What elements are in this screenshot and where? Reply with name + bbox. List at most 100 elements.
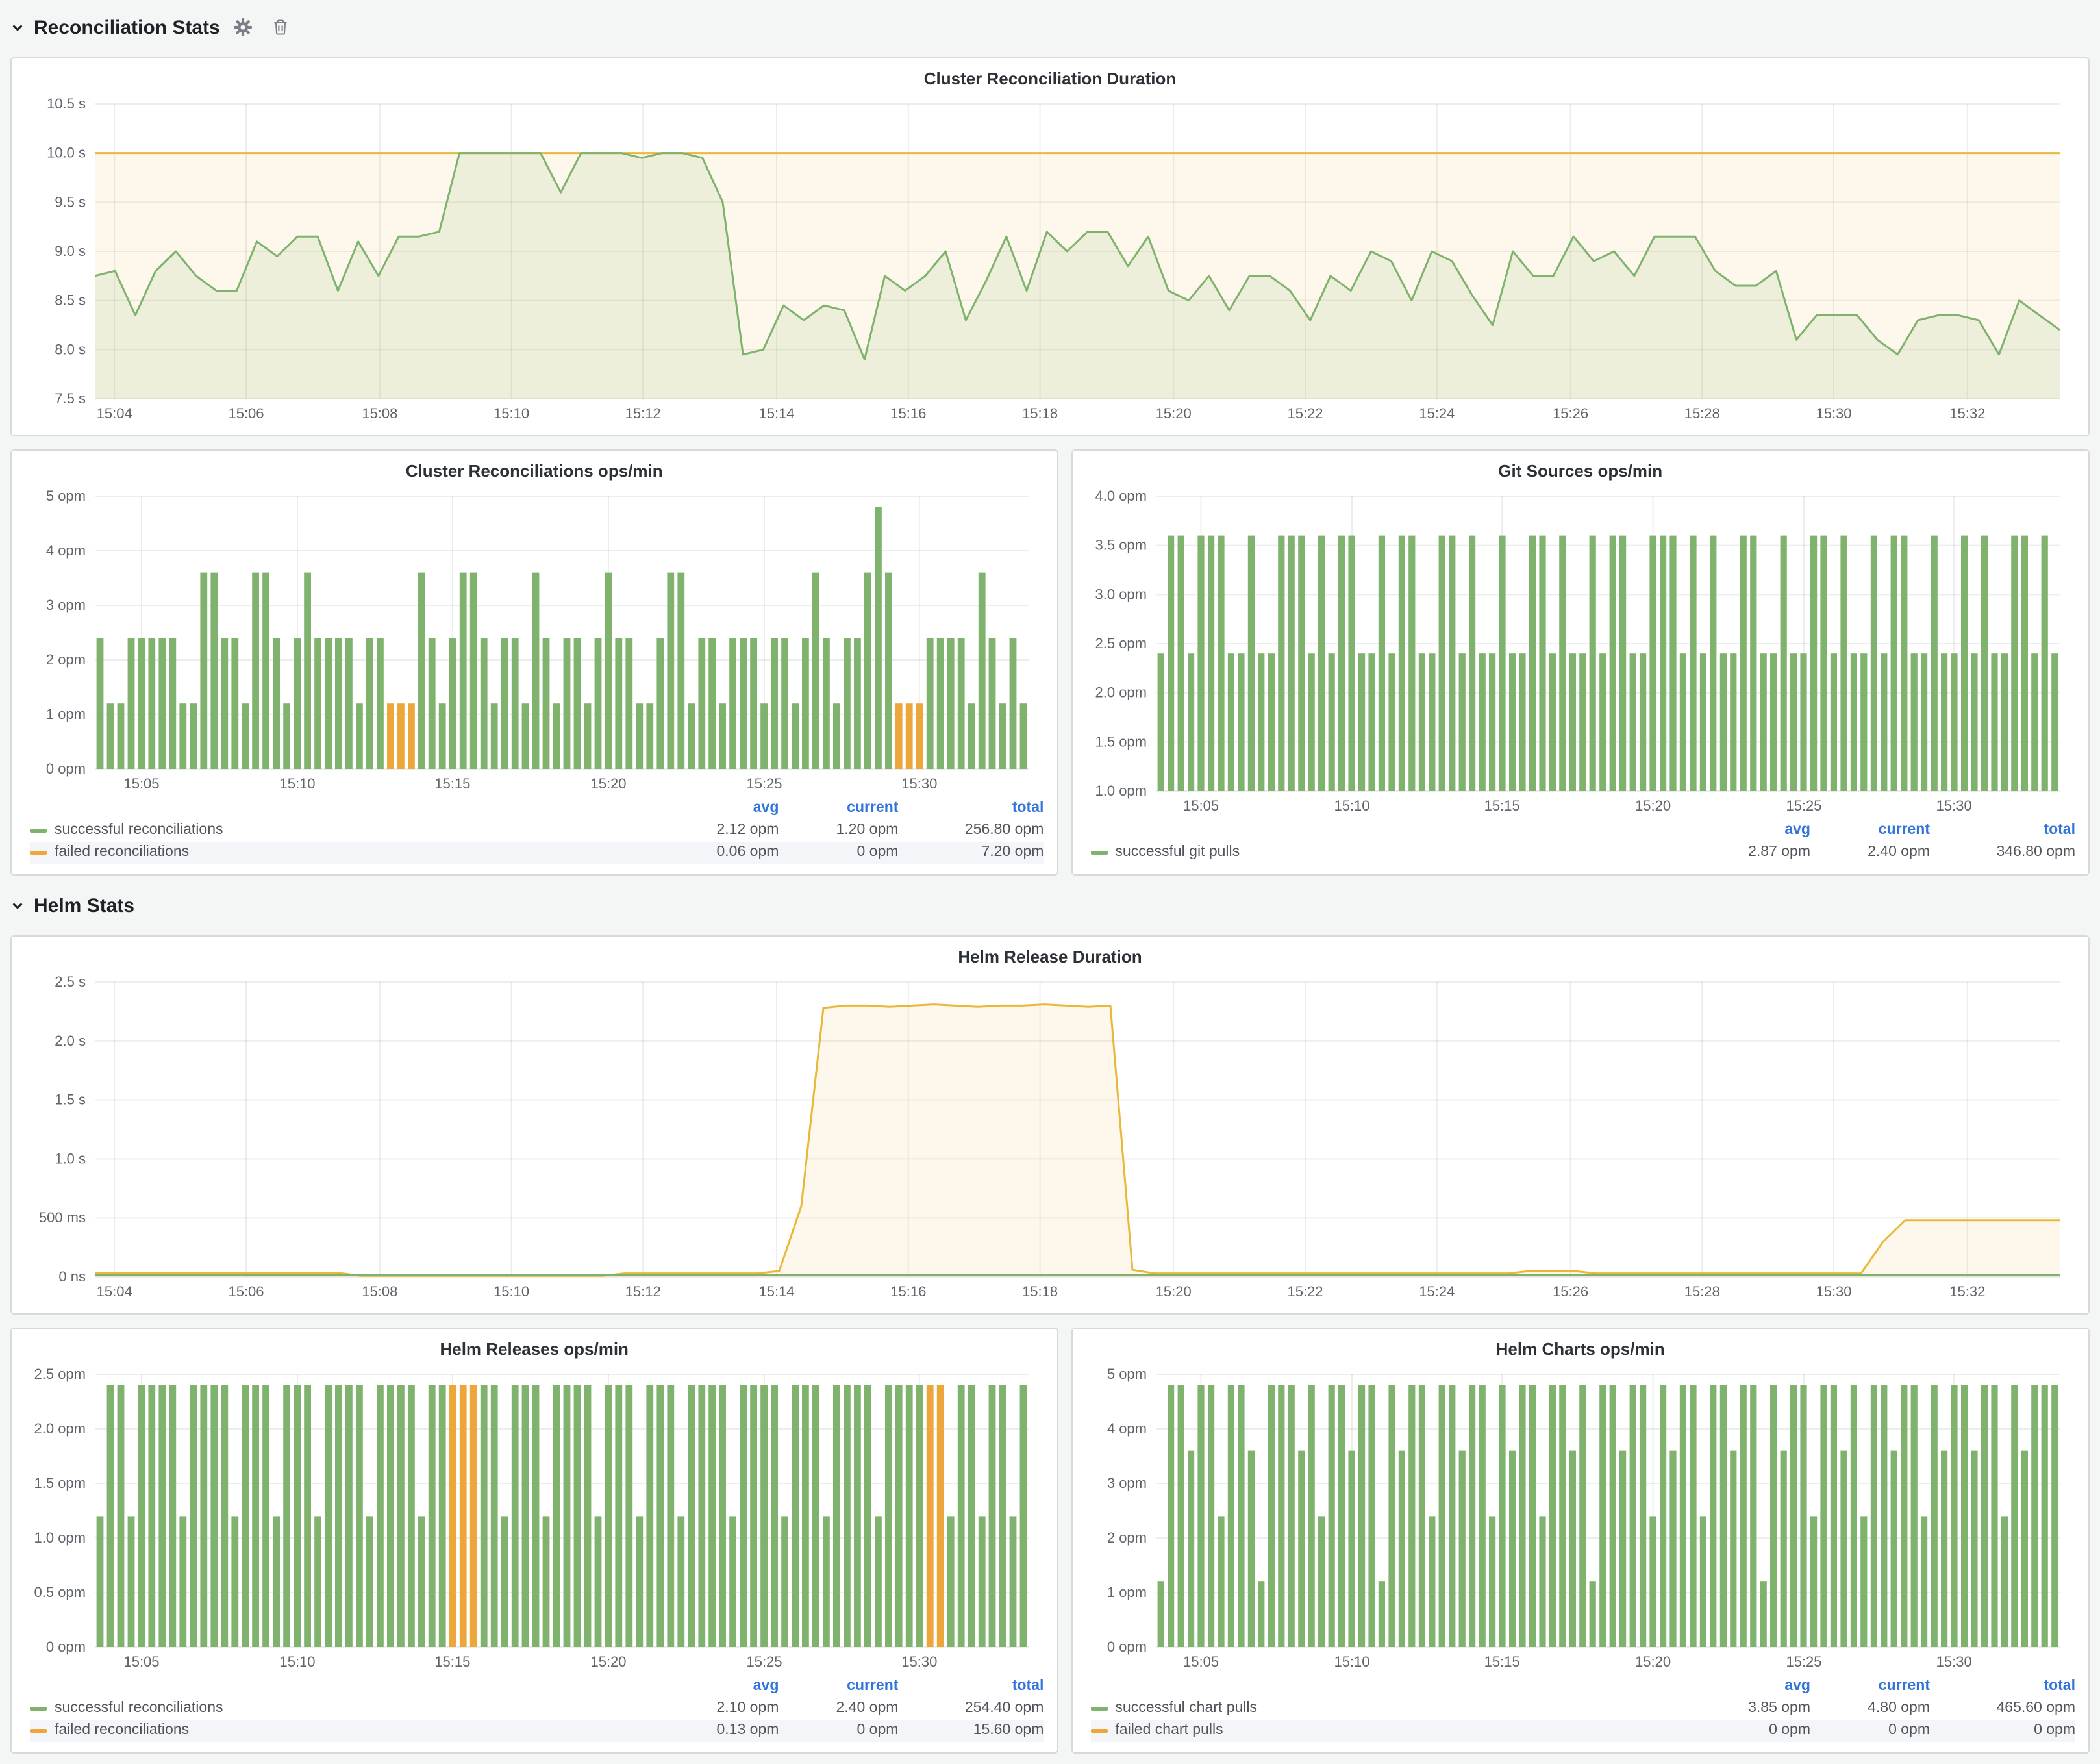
svg-text:15:10: 15:10	[1334, 798, 1369, 814]
svg-text:1.5 opm: 1.5 opm	[1095, 733, 1147, 750]
svg-text:1.0 s: 1.0 s	[55, 1150, 86, 1166]
svg-text:2 opm: 2 opm	[1106, 1530, 1146, 1546]
panel-title[interactable]: Helm Release Duration	[25, 944, 2075, 972]
panel-title[interactable]: Helm Releases ops/min	[25, 1337, 1044, 1364]
svg-text:15:26: 15:26	[1553, 1283, 1588, 1300]
svg-text:15:30: 15:30	[1936, 1654, 1971, 1670]
svg-text:0 opm: 0 opm	[46, 761, 86, 777]
svg-text:15:32: 15:32	[1949, 405, 1985, 422]
svg-text:1.0 opm: 1.0 opm	[1095, 783, 1147, 799]
svg-text:5 opm: 5 opm	[1106, 1366, 1146, 1382]
svg-text:15:30: 15:30	[1816, 405, 1851, 422]
svg-text:15:26: 15:26	[1553, 405, 1588, 422]
svg-text:500 ms: 500 ms	[39, 1209, 86, 1226]
panel-cluster-reconciliation-duration: Cluster Reconciliation Duration 15:0415:…	[10, 57, 2090, 436]
svg-text:15:25: 15:25	[1786, 798, 1821, 814]
svg-text:15:05: 15:05	[1182, 1654, 1218, 1670]
svg-text:15:18: 15:18	[1022, 1283, 1058, 1300]
svg-text:15:15: 15:15	[1484, 798, 1519, 814]
svg-text:0 ns: 0 ns	[58, 1268, 86, 1285]
svg-text:15:10: 15:10	[1334, 1654, 1369, 1670]
legend: avgcurrenttotalsuccessful reconciliation…	[25, 1676, 1044, 1742]
svg-text:3.5 opm: 3.5 opm	[1095, 537, 1147, 553]
svg-text:2.0 s: 2.0 s	[55, 1033, 86, 1049]
panel-helm-releases-ops: Helm Releases ops/min 15:05 15:10 15:15 15:…	[10, 1328, 1058, 1754]
svg-text:15:10: 15:10	[494, 405, 529, 422]
row-settings-button[interactable]	[232, 16, 255, 39]
svg-text:2 opm: 2 opm	[46, 651, 86, 668]
svg-text:15:05: 15:05	[123, 1654, 159, 1670]
svg-text:15:22: 15:22	[1287, 1283, 1323, 1300]
chart-git-sources-ops[interactable]: 15:0515:1015:1515:2015:2515:301.0 opm1.5…	[1085, 486, 2075, 817]
chart-helm-release-duration[interactable]: 15:0415:0615:0815:1015:1215:1415:1615:18…	[25, 972, 2075, 1303]
svg-text:5 opm: 5 opm	[46, 488, 86, 504]
svg-text:15:30: 15:30	[1936, 798, 1971, 814]
row-delete-button[interactable]	[269, 16, 293, 39]
chart-cluster-reconciliation-duration[interactable]: 15:0415:0615:0815:1015:1215:1415:1615:18…	[25, 94, 2075, 425]
svg-text:15:05: 15:05	[123, 775, 159, 792]
panel-helm-release-duration: Helm Release Duration 15:04 15:06 15:08 15:…	[10, 935, 2090, 1315]
svg-text:15:16: 15:16	[890, 1283, 926, 1300]
legend: avgcurrenttotalsuccessful git pulls2.87 …	[1085, 820, 2075, 864]
svg-text:15:10: 15:10	[279, 1654, 315, 1670]
svg-text:0 opm: 0 opm	[46, 1639, 86, 1655]
svg-text:15:12: 15:12	[625, 1283, 661, 1300]
svg-text:15:04: 15:04	[97, 1283, 132, 1300]
chart-helm-releases-ops[interactable]: 15:0515:1015:1515:2015:2515:300 opm0.5 o…	[25, 1364, 1044, 1673]
chart-cluster-reconciliations-ops[interactable]: 15:0515:1015:1515:2015:2515:300 opm1 opm…	[25, 486, 1044, 795]
chart-helm-charts-ops[interactable]: 15:0515:1015:1515:2015:2515:300 opm1 opm…	[1085, 1364, 2075, 1673]
svg-text:15:28: 15:28	[1684, 1283, 1720, 1300]
section-title: Reconciliation Stats	[34, 16, 220, 38]
legend-item[interactable]: successful git pulls2.87 opm2.40 opm346.…	[1090, 842, 2075, 864]
svg-text:15:06: 15:06	[228, 1283, 264, 1300]
svg-text:15:06: 15:06	[228, 405, 264, 422]
svg-text:15:16: 15:16	[890, 405, 926, 422]
svg-text:15:15: 15:15	[434, 1654, 470, 1670]
svg-text:2.5 opm: 2.5 opm	[34, 1366, 86, 1382]
svg-text:3.0 opm: 3.0 opm	[1095, 586, 1147, 602]
svg-text:3 opm: 3 opm	[46, 597, 86, 613]
panel-title[interactable]: Git Sources ops/min	[1085, 459, 2075, 486]
svg-text:15:25: 15:25	[746, 775, 782, 792]
section-reconciliation-stats[interactable]: Reconciliation Stats	[10, 10, 2090, 44]
legend-item[interactable]: failed reconciliations0.13 opm0 opm15.60…	[30, 1720, 1044, 1742]
svg-text:7.5 s: 7.5 s	[55, 390, 86, 407]
legend-item[interactable]: failed reconciliations0.06 opm0 opm7.20 …	[30, 842, 1044, 864]
svg-text:15:30: 15:30	[901, 775, 937, 792]
svg-text:15:12: 15:12	[625, 405, 661, 422]
legend-item[interactable]: successful reconciliations2.10 opm2.40 o…	[30, 1698, 1044, 1720]
svg-text:3 opm: 3 opm	[1106, 1475, 1146, 1491]
svg-text:4 opm: 4 opm	[1106, 1420, 1146, 1437]
legend-item[interactable]: failed chart pulls0 opm0 opm0 opm	[1090, 1720, 2075, 1742]
svg-text:8.0 s: 8.0 s	[55, 341, 86, 357]
section-title: Helm Stats	[34, 894, 134, 916]
svg-text:15:14: 15:14	[758, 1283, 794, 1300]
panel-title[interactable]: Cluster Reconciliation Duration	[25, 66, 2075, 94]
svg-text:15:20: 15:20	[590, 775, 626, 792]
panel-title[interactable]: Cluster Reconciliations ops/min	[25, 459, 1044, 486]
legend-header: avgcurrenttotal	[1090, 1676, 2075, 1698]
chevron-down-icon	[10, 898, 25, 913]
svg-text:2.0 opm: 2.0 opm	[34, 1420, 86, 1437]
svg-text:15:14: 15:14	[758, 405, 794, 422]
svg-text:2.5 s: 2.5 s	[55, 974, 86, 990]
svg-text:15:10: 15:10	[279, 775, 315, 792]
svg-text:1.5 opm: 1.5 opm	[34, 1475, 86, 1491]
legend: avgcurrenttotalsuccessful reconciliation…	[25, 798, 1044, 864]
svg-text:15:22: 15:22	[1287, 405, 1323, 422]
legend-item[interactable]: successful reconciliations2.12 opm1.20 o…	[30, 820, 1044, 842]
panel-title[interactable]: Helm Charts ops/min	[1085, 1337, 2075, 1364]
svg-text:9.0 s: 9.0 s	[55, 243, 86, 259]
legend-item[interactable]: successful chart pulls3.85 opm4.80 opm46…	[1090, 1698, 2075, 1720]
svg-text:2.0 opm: 2.0 opm	[1095, 685, 1147, 701]
svg-text:15:30: 15:30	[1816, 1283, 1851, 1300]
svg-text:15:08: 15:08	[362, 1283, 397, 1300]
svg-text:15:20: 15:20	[1156, 405, 1192, 422]
section-helm-stats[interactable]: Helm Stats	[10, 888, 2090, 922]
svg-text:8.5 s: 8.5 s	[55, 292, 86, 309]
svg-text:1 opm: 1 opm	[1106, 1584, 1146, 1600]
svg-text:15:32: 15:32	[1949, 1283, 1985, 1300]
svg-text:15:20: 15:20	[590, 1654, 626, 1670]
svg-text:1.0 opm: 1.0 opm	[34, 1530, 86, 1546]
svg-text:15:20: 15:20	[1156, 1283, 1192, 1300]
